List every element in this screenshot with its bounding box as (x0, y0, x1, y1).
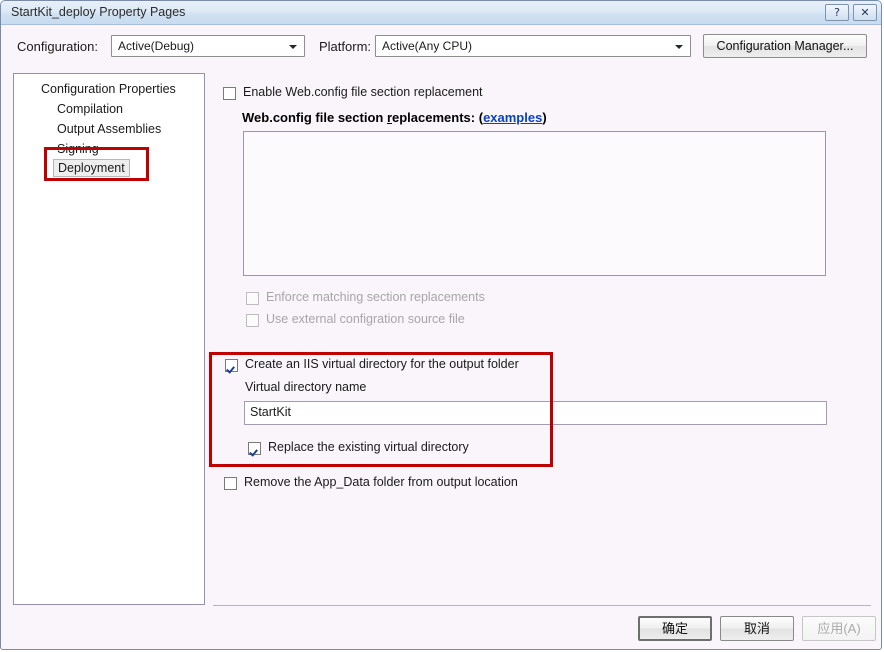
close-icon[interactable]: ✕ (853, 4, 877, 21)
replacements-heading-suffix: eplacements: ( (392, 110, 484, 125)
configuration-manager-button[interactable]: Configuration Manager... (703, 34, 867, 58)
virtual-directory-name-label: Virtual directory name (245, 380, 367, 394)
use-external-config-label: Use external configration source file (266, 312, 465, 326)
chevron-down-icon (675, 45, 683, 49)
replace-existing-virtual-directory-label: Replace the existing virtual directory (268, 440, 469, 454)
tree-item-deployment[interactable]: Deployment (53, 159, 130, 177)
tree-item-configuration-properties[interactable]: Configuration Properties (41, 81, 176, 97)
create-iis-virtual-directory-checkbox[interactable] (225, 359, 238, 372)
virtual-directory-name-input[interactable]: StartKit (244, 401, 827, 425)
enable-webconfig-replacement-checkbox[interactable] (223, 87, 236, 100)
tree-item-output-assemblies[interactable]: Output Assemblies (57, 121, 161, 137)
configuration-combobox-value: Active(Debug) (118, 39, 195, 53)
configuration-combobox[interactable]: Active(Debug) (111, 35, 305, 57)
platform-combobox[interactable]: Active(Any CPU) (375, 35, 691, 57)
enforce-matching-replacements-checkbox (246, 292, 259, 305)
examples-link[interactable]: examples (483, 110, 542, 125)
title-bar-buttons: ? ✕ (825, 4, 877, 21)
replacements-heading: Web.config file section replacements: (e… (242, 110, 547, 125)
enforce-matching-replacements-label: Enforce matching section replacements (266, 290, 485, 304)
chevron-down-icon (289, 45, 297, 49)
configuration-label: Configuration: (17, 39, 98, 54)
ok-button[interactable]: 确定 (638, 616, 712, 641)
tree-item-signing[interactable]: Signing (57, 141, 99, 157)
enable-webconfig-replacement-label: Enable Web.config file section replaceme… (243, 85, 483, 99)
apply-button: 应用(A) (802, 616, 876, 641)
tree-item-compilation[interactable]: Compilation (57, 101, 123, 117)
configuration-tree-panel[interactable]: Configuration Properties Compilation Out… (13, 73, 205, 605)
use-external-config-checkbox (246, 314, 259, 327)
help-icon[interactable]: ? (825, 4, 849, 21)
configuration-toolbar: Configuration: Active(Debug) Platform: A… (1, 26, 881, 66)
window-title: StartKit_deploy Property Pages (11, 5, 186, 19)
replacements-heading-end: ) (542, 110, 547, 125)
remove-appdata-folder-checkbox[interactable] (224, 477, 237, 490)
property-pages-dialog: StartKit_deploy Property Pages ? ✕ Confi… (0, 0, 882, 650)
footer-separator (213, 605, 871, 606)
replacements-heading-prefix: Web.config file section (242, 110, 387, 125)
remove-appdata-folder-label: Remove the App_Data folder from output l… (244, 475, 518, 489)
cancel-button[interactable]: 取消 (720, 616, 794, 641)
replace-existing-virtual-directory-checkbox[interactable] (248, 442, 261, 455)
create-iis-virtual-directory-label: Create an IIS virtual directory for the … (245, 357, 519, 371)
title-bar: StartKit_deploy Property Pages ? ✕ (1, 1, 881, 25)
platform-label: Platform: (319, 39, 372, 54)
deployment-settings-pane: Enable Web.config file section replaceme… (213, 73, 871, 603)
platform-combobox-value: Active(Any CPU) (382, 39, 473, 53)
replacements-textarea[interactable] (243, 131, 826, 276)
